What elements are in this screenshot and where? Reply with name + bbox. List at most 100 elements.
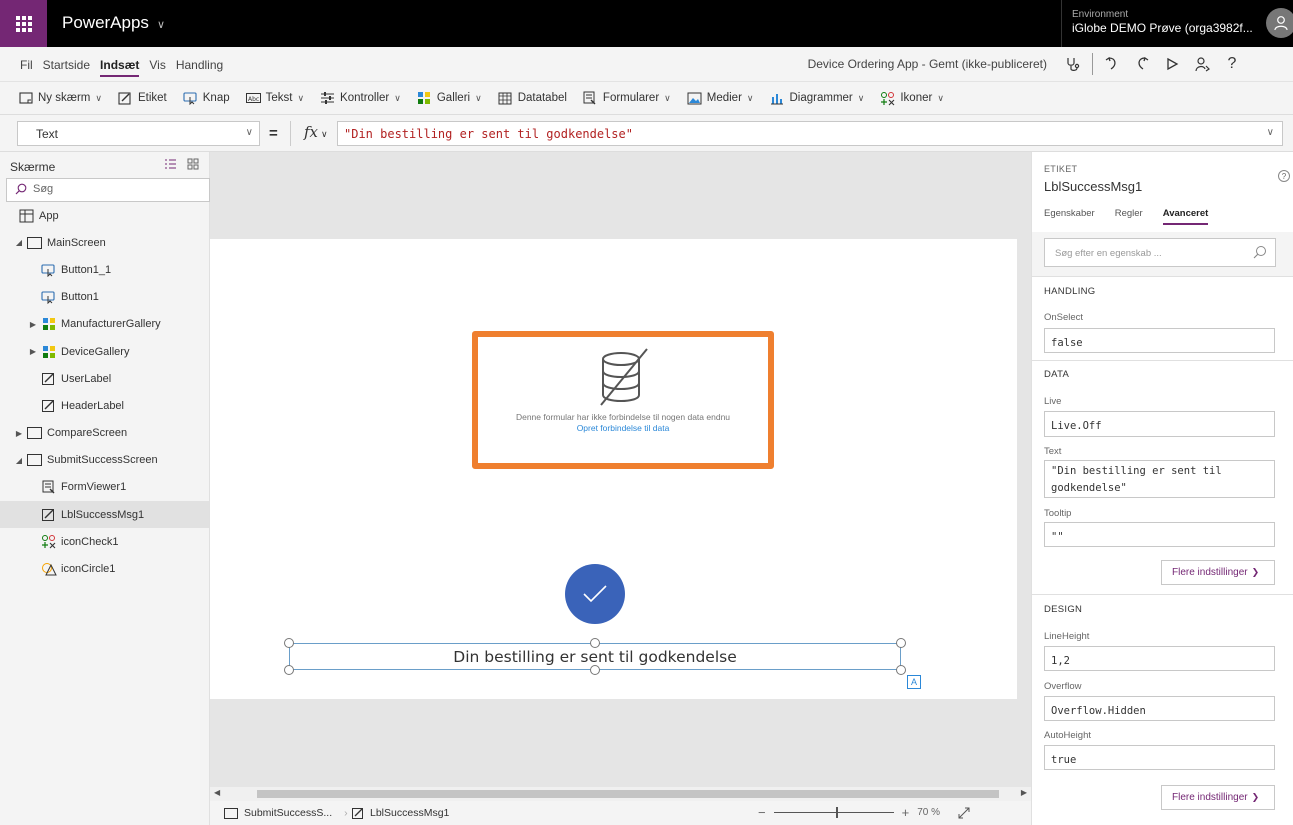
tree-item-manufacturergallery[interactable]: ▶ ManufacturerGallery [0,311,209,338]
tree-item-iconcircle1[interactable]: iconCircle1 [0,555,209,582]
tree-search-input[interactable]: Søg [6,178,210,202]
zoom-slider-thumb[interactable] [835,807,838,818]
resize-handle[interactable] [590,665,600,675]
app-name-menu[interactable]: PowerApps ∨ [62,13,165,33]
gallery-icon [40,316,57,332]
text-field[interactable]: "Din bestilling er sent til godkendelse" [1044,460,1275,498]
share-button[interactable] [1187,53,1217,75]
media-menu[interactable]: Medier ∨ [687,91,754,106]
datatable-button[interactable]: Datatabel [498,91,567,106]
collapsed-arrow-icon[interactable]: ▶ [12,429,26,438]
function-picker[interactable]: fx ∨ [290,121,335,146]
tree-item-button1-1[interactable]: Button1_1 [0,256,209,283]
collapsed-arrow-icon[interactable]: ▶ [26,320,40,329]
tooltip-field[interactable]: "" [1044,522,1275,547]
resize-handle[interactable] [284,638,294,648]
app-screen-preview[interactable]: Denne formular har ikke forbindelse til … [210,239,1017,699]
menu-action[interactable]: Handling [176,58,223,77]
app-launcher-button[interactable] [0,0,47,47]
tab-rules[interactable]: Regler [1115,208,1143,225]
breadcrumb-control[interactable]: LblSuccessMsg1 [352,807,449,819]
fit-to-window-icon[interactable] [958,807,970,819]
gallery-menu[interactable]: Galleri ∨ [417,91,482,106]
button-button[interactable]: Knap [183,91,230,106]
resize-handle[interactable] [896,638,906,648]
icon-circle[interactable] [565,564,625,624]
tree-item-app[interactable]: App [0,202,209,229]
redo-button[interactable] [1127,53,1157,75]
breadcrumb-screen[interactable]: SubmitSuccessS... › [224,807,348,819]
canvas-area[interactable]: Denne formular har ikke forbindelse til … [210,152,1031,787]
chevron-down-icon: ∨ [245,127,253,138]
lineheight-field[interactable]: 1,2 [1044,646,1275,671]
scroll-right-icon[interactable]: ▶ [1021,788,1027,797]
more-settings-button[interactable]: Flere indstillinger ❯ [1161,560,1275,585]
label-button[interactable]: Etiket [118,91,167,106]
tree-item-comparescreen[interactable]: ▶ CompareScreen [0,420,209,447]
form-viewer[interactable]: Denne formular har ikke forbindelse til … [472,331,774,469]
scroll-left-icon[interactable]: ◀ [214,788,220,797]
button-button-label: Knap [202,92,230,104]
text-menu[interactable]: Abc Tekst ∨ [245,91,304,106]
autoheight-field[interactable]: true [1044,745,1275,770]
menu-home[interactable]: Startside [43,58,90,77]
onselect-field[interactable]: false [1044,328,1275,353]
avatar[interactable] [1266,8,1293,38]
property-dropdown[interactable]: Text ∨ [17,121,260,146]
zoom-slider[interactable] [773,807,894,818]
collapsed-arrow-icon[interactable]: ▶ [26,347,40,356]
menu-view[interactable]: Vis [149,58,165,77]
live-field[interactable]: Live.Off [1044,411,1275,437]
help-icon[interactable]: ? [1278,170,1290,182]
expanded-arrow-icon[interactable]: ◢ [12,456,26,465]
connect-data-link[interactable]: Opret forbindelse til data [478,423,768,433]
tree-item-formviewer1[interactable]: FormViewer1 [0,474,209,501]
tab-advanced[interactable]: Avanceret [1162,208,1209,225]
resize-handle[interactable] [896,665,906,675]
overflow-field[interactable]: Overflow.Hidden [1044,696,1275,721]
control-name[interactable]: LblSuccessMsg1 [1044,179,1142,194]
tab-properties[interactable]: Egenskaber [1044,208,1095,225]
tree-item-lblsuccessmsg1[interactable]: LblSuccessMsg1 [0,501,209,529]
app-checker-button[interactable] [1058,53,1088,75]
thumbnail-view-icon[interactable] [187,158,199,170]
section-data-title: DATA [1044,369,1070,380]
property-search-input[interactable]: Søg efter en egenskab ... [1044,238,1276,267]
menu-insert[interactable]: Indsæt [100,58,140,77]
autoheight-badge: A [907,675,921,689]
tree-item-userlabel[interactable]: UserLabel [0,365,209,392]
formula-input[interactable]: "Din bestilling er sent til godkendelse"… [337,121,1283,146]
new-screen-button[interactable]: Ny skærm ∨ [18,91,102,106]
tree-item-iconcheck1[interactable]: iconCheck1 [0,528,209,555]
label-icon [40,398,57,414]
environment-picker[interactable]: Environment iGlobe DEMO Prøve (orga3982f… [1061,0,1263,47]
breadcrumb-screen-label: SubmitSuccessS... [244,807,333,819]
preview-button[interactable] [1157,53,1187,75]
chevron-down-icon: ❯ [1251,792,1260,802]
tree-item-submitsuccessscreen[interactable]: ◢ SubmitSuccessScreen [0,447,209,474]
chart-icon [770,91,785,106]
resize-handle[interactable] [284,665,294,675]
scroll-thumb[interactable] [257,790,999,798]
horizontal-scrollbar[interactable]: ◀ ▶ [210,787,1031,801]
tree-item-headerlabel[interactable]: HeaderLabel [0,392,209,419]
charts-menu[interactable]: Diagrammer ∨ [770,91,864,106]
expand-formula-icon[interactable]: ∨ [1267,127,1274,138]
menu-file[interactable]: Fil [20,58,33,77]
tree-item-devicegallery[interactable]: ▶ DeviceGallery [0,338,209,365]
expanded-arrow-icon[interactable]: ◢ [12,238,26,247]
resize-handle[interactable] [590,638,600,648]
environment-value: iGlobe DEMO Prøve (orga3982f... [1072,21,1253,35]
icons-menu[interactable]: Ikoner ∨ [880,91,944,106]
undo-button[interactable] [1097,53,1127,75]
tree-item-button1[interactable]: Button1 [0,284,209,311]
forms-menu[interactable]: Formularer ∨ [583,91,671,106]
list-view-icon[interactable] [164,158,177,170]
controls-menu[interactable]: Kontroller ∨ [320,91,401,106]
more-settings-button[interactable]: Flere indstillinger ❯ [1161,785,1275,810]
help-button[interactable]: ? [1217,53,1247,75]
zoom-out-button[interactable]: − [758,805,766,820]
zoom-in-button[interactable]: + [902,805,910,820]
formula-text: "Din bestilling er sent til godkendelse" [344,127,633,141]
tree-item-mainscreen[interactable]: ◢ MainScreen [0,229,209,256]
